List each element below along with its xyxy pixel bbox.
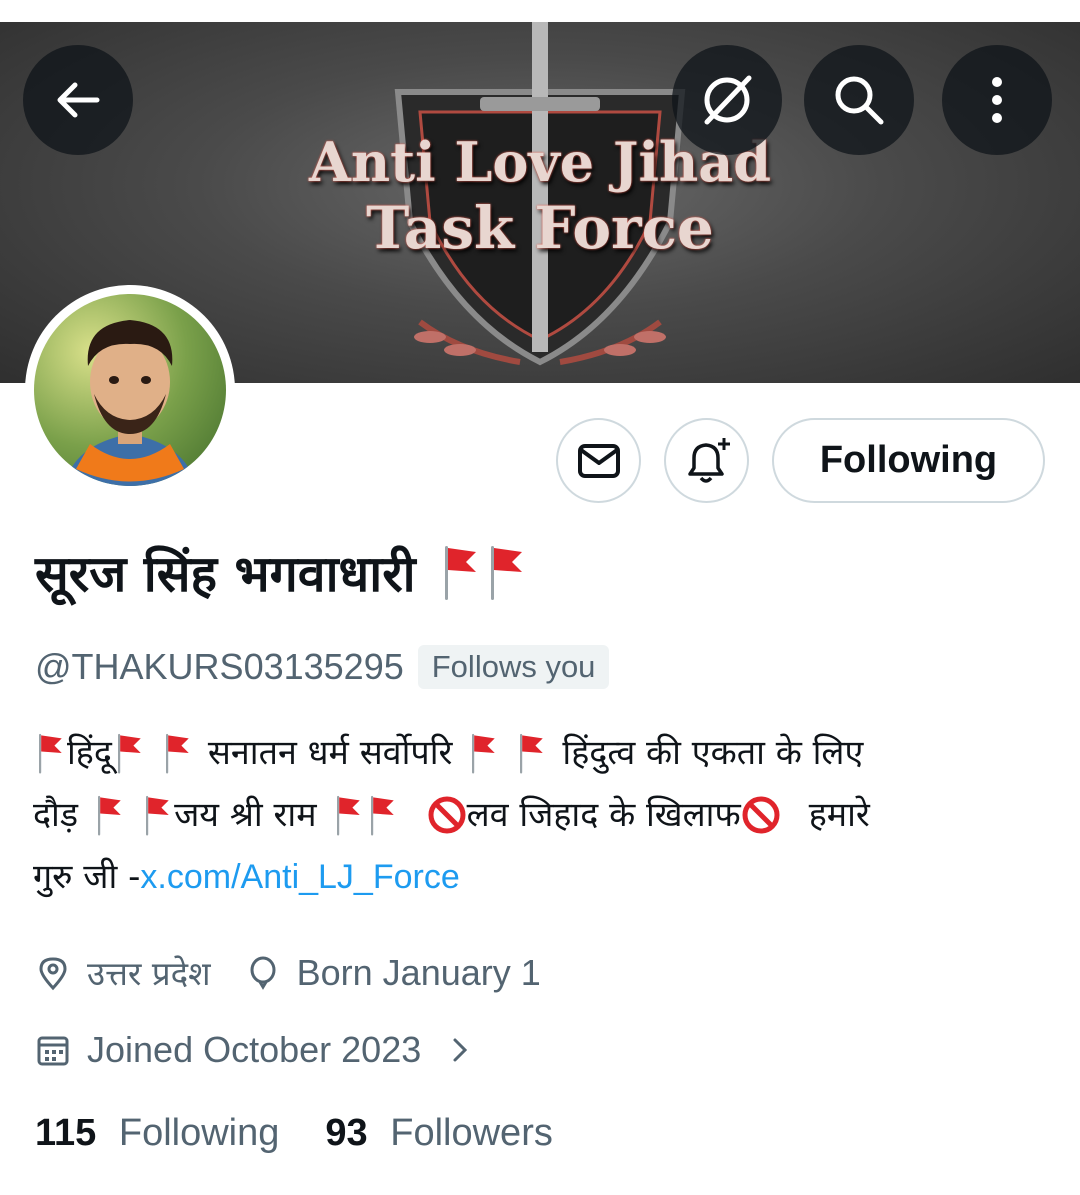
more-options-button[interactable] — [942, 45, 1052, 155]
profile-meta-row: उत्तर प्रदेश Born January 1 — [35, 950, 541, 995]
avatar-illustration — [64, 320, 196, 486]
red-flag-icon — [440, 542, 480, 602]
grok-button[interactable] — [672, 45, 782, 155]
following-button[interactable]: Following — [772, 418, 1045, 503]
following-count: 115 — [35, 1112, 97, 1154]
arrow-left-icon — [57, 82, 100, 118]
bio-text: गुरु जी - — [33, 857, 141, 897]
vertical-dots-icon — [992, 77, 1002, 123]
joined-row[interactable]: Joined October 2023 — [35, 1029, 475, 1071]
banner-title-line1: Anti Love Jihad — [308, 130, 771, 194]
red-flag-icon — [331, 793, 365, 837]
red-flag-icon — [33, 731, 67, 775]
search-button[interactable] — [804, 45, 914, 155]
red-flag-icon — [486, 542, 526, 602]
prohibited-icon — [741, 795, 781, 835]
balloon-icon — [250, 956, 276, 990]
location-text: उत्तर प्रदेश — [87, 954, 211, 993]
calendar-icon — [37, 1036, 69, 1066]
chevron-right-icon — [453, 1038, 468, 1062]
bio-text: सनातन धर्म सर्वोपरि — [207, 733, 453, 773]
bio-text: दौड़ — [33, 795, 79, 835]
bio-line: हिंदू सनातन धर्म सर्वोपरि हिंदुत्व की एक… — [33, 722, 1053, 784]
message-button[interactable] — [556, 418, 641, 503]
follow-counts: 115 Following 93 Followers — [35, 1112, 553, 1155]
notifications-button[interactable] — [664, 418, 749, 503]
location-pin-icon — [39, 956, 67, 990]
banner-title-line2: Task Force — [366, 194, 714, 262]
followers-label: Followers — [390, 1112, 553, 1154]
bio-text: हमारे — [808, 795, 870, 835]
birthday-text: Born January 1 — [296, 951, 541, 993]
prohibited-icon — [427, 795, 467, 835]
profile-name-row: सूरज सिंह भगवाधारी — [35, 538, 526, 606]
bio-text: हिंदुत्व की एकता के लिए — [562, 733, 864, 773]
slashed-circle-icon — [704, 75, 752, 125]
bell-plus-icon — [687, 437, 730, 483]
handle-row: @THAKURS03135295 Follows you — [35, 645, 610, 689]
red-flag-icon — [365, 793, 399, 837]
red-flag-icon — [112, 731, 146, 775]
following-label: Following — [118, 1112, 280, 1154]
red-flag-icon — [92, 793, 126, 837]
avatar[interactable] — [25, 285, 235, 495]
bio-link[interactable]: x.com/Anti_LJ_Force — [140, 846, 459, 908]
envelope-icon — [577, 443, 620, 478]
follows-you-badge: Follows you — [417, 645, 610, 689]
joined-text: Joined October 2023 — [87, 1029, 422, 1070]
red-flag-icon — [140, 793, 174, 837]
bio-line: गुरु जी - x.com/Anti_LJ_Force — [33, 846, 1053, 908]
bio-line: दौड़ जय श्री राम लव जिहाद के खिलाफ हमारे — [33, 784, 1053, 846]
following-stat[interactable]: 115 Following — [35, 1112, 279, 1155]
bio-text: हिंदू — [67, 733, 112, 773]
profile-bio: हिंदू सनातन धर्म सर्वोपरि हिंदुत्व की एक… — [33, 722, 1053, 908]
red-flag-icon — [160, 731, 194, 775]
display-name: सूरज सिंह भगवाधारी — [35, 545, 416, 603]
followers-stat[interactable]: 93 Followers — [325, 1112, 552, 1155]
bio-text: लव जिहाद के खिलाफ — [466, 795, 741, 835]
back-button[interactable] — [23, 45, 133, 155]
red-flag-icon — [466, 731, 500, 775]
bio-text: जय श्री राम — [174, 795, 317, 835]
red-flag-icon — [514, 731, 548, 775]
search-icon — [835, 76, 884, 125]
profile-handle: @THAKURS03135295 — [35, 646, 404, 687]
followers-count: 93 — [325, 1112, 368, 1154]
